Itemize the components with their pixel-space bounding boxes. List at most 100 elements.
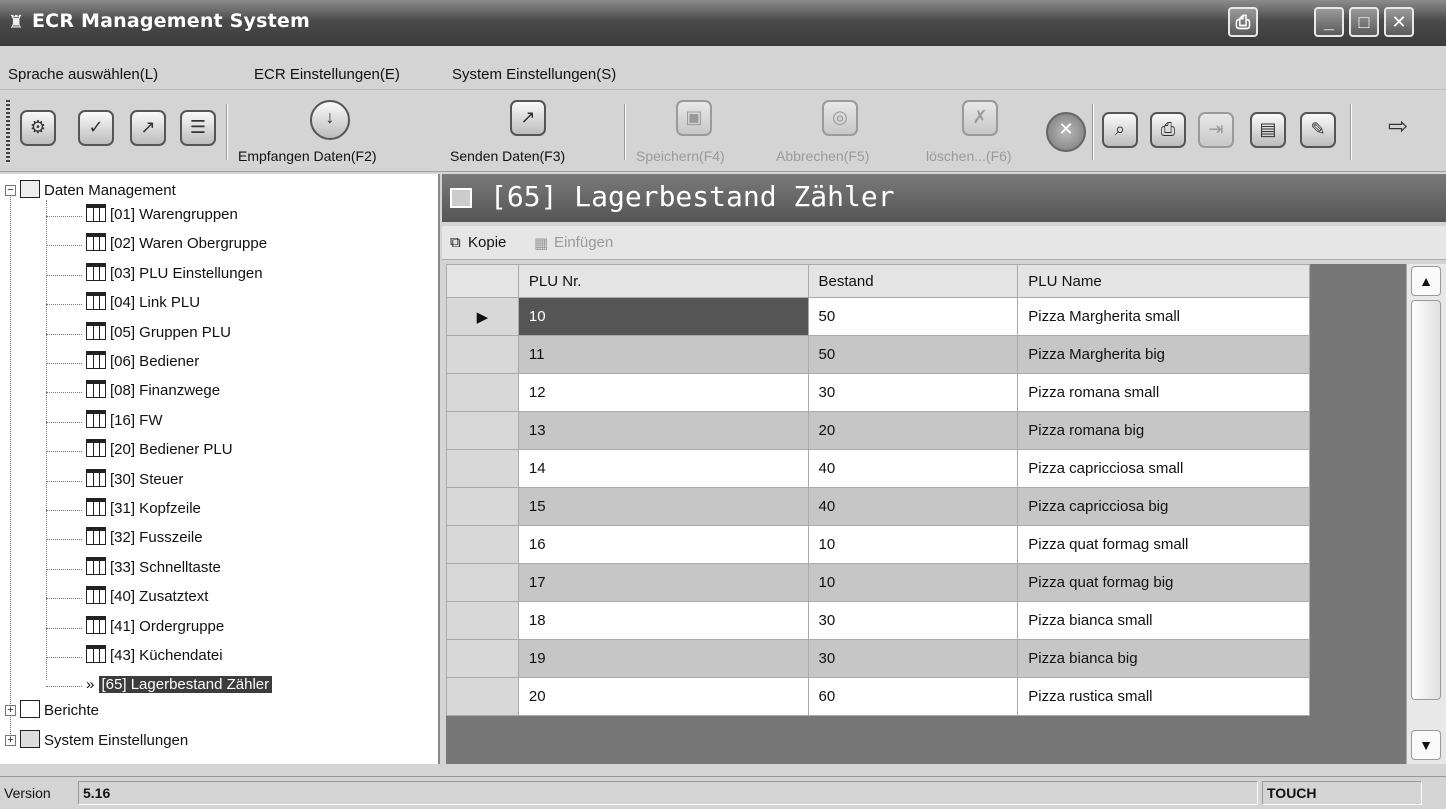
cell-stock[interactable]: 10 [807, 563, 1019, 602]
table-row[interactable]: 11 50 Pizza Margherita big [446, 335, 1310, 374]
column-header-plu-nr[interactable]: PLU Nr. [517, 264, 809, 298]
toolbar-grip[interactable] [6, 100, 10, 162]
tree-node-item[interactable]: [33] Schnelltaste [86, 556, 221, 579]
row-header[interactable] [446, 639, 519, 678]
table-row[interactable]: 18 30 Pizza bianca small [446, 601, 1310, 640]
print-icon[interactable]: ⎙ [1228, 7, 1258, 37]
row-header[interactable]: ▶ [446, 297, 519, 336]
column-header-stock[interactable]: Bestand [807, 264, 1019, 298]
expand-icon[interactable]: + [5, 705, 16, 716]
chart-icon[interactable]: ↗ [130, 110, 166, 146]
vertical-scrollbar[interactable]: ▲ ▼ [1406, 264, 1446, 764]
cell-plu-nr[interactable]: 16 [517, 525, 809, 564]
cell-stock[interactable]: 30 [807, 601, 1019, 640]
cell-stock[interactable]: 60 [807, 677, 1019, 716]
cell-plu-name[interactable]: Pizza rustica small [1017, 677, 1310, 716]
tree-node-selected[interactable]: » [65] Lagerbestand Zähler [86, 674, 273, 696]
cell-plu-nr[interactable]: 20 [517, 677, 809, 716]
row-header[interactable] [446, 449, 519, 488]
table-row[interactable]: 20 60 Pizza rustica small [446, 677, 1310, 716]
delete-button[interactable]: löschen...(F6) [926, 148, 1012, 164]
menu-language[interactable]: Sprache auswählen(L) [8, 66, 158, 83]
tree-node-system-settings[interactable]: System Einstellungen [20, 730, 188, 752]
table-row[interactable]: 15 40 Pizza capricciosa big [446, 487, 1310, 526]
stop-icon[interactable]: ✕ [1046, 112, 1086, 152]
cancel-icon[interactable]: ◎ [822, 100, 858, 136]
send-data-button[interactable]: Senden Daten(F3) [450, 148, 565, 164]
cell-plu-nr[interactable]: 18 [517, 601, 809, 640]
expand-icon[interactable]: + [5, 735, 16, 746]
scroll-down-icon[interactable]: ▼ [1411, 730, 1441, 760]
row-header[interactable] [446, 563, 519, 602]
exit-icon[interactable]: ⇨ [1380, 110, 1416, 146]
tree-node-item[interactable]: [32] Fusszeile [86, 527, 203, 549]
cell-plu-name[interactable]: Pizza romana small [1017, 373, 1310, 412]
table-row[interactable]: 14 40 Pizza capricciosa small [446, 449, 1310, 488]
cancel-button[interactable]: Abbrechen(F5) [776, 148, 869, 164]
menu-system-settings[interactable]: System Einstellungen(S) [452, 66, 616, 83]
cell-plu-name[interactable]: Pizza Margherita small [1017, 297, 1310, 336]
cell-plu-nr[interactable]: 11 [517, 335, 809, 374]
cell-stock[interactable]: 20 [807, 411, 1019, 450]
cell-plu-name[interactable]: Pizza romana big [1017, 411, 1310, 450]
cell-plu-nr[interactable]: 17 [517, 563, 809, 602]
export-icon[interactable]: ⇥ [1198, 112, 1234, 148]
tree-node-item[interactable]: [08] Finanzwege [86, 380, 220, 402]
row-header[interactable] [446, 601, 519, 640]
scroll-thumb[interactable] [1411, 300, 1441, 700]
cell-stock[interactable]: 50 [807, 335, 1019, 374]
cell-plu-nr[interactable]: 10 [517, 297, 809, 336]
row-header[interactable] [446, 411, 519, 450]
row-header[interactable] [446, 373, 519, 412]
table-row[interactable]: 12 30 Pizza romana small [446, 373, 1310, 412]
checklist-icon[interactable]: ✓ [78, 110, 114, 146]
cell-stock[interactable]: 40 [807, 487, 1019, 526]
cell-stock[interactable]: 10 [807, 525, 1019, 564]
cell-stock[interactable]: 40 [807, 449, 1019, 488]
tree-node-item[interactable]: [20] Bediener PLU [86, 439, 233, 461]
cell-plu-nr[interactable]: 14 [517, 449, 809, 488]
menu-ecr-settings[interactable]: ECR Einstellungen(E) [254, 66, 400, 83]
table-row[interactable]: ▶ 10 50 Pizza Margherita small [446, 297, 1310, 336]
tree-node-item[interactable]: [02] Waren Obergruppe [86, 233, 267, 255]
send-icon[interactable]: ↗ [510, 100, 546, 136]
row-header[interactable] [446, 487, 519, 526]
row-header[interactable] [446, 525, 519, 564]
minimize-button[interactable]: _ [1314, 7, 1344, 37]
tree-node-item[interactable]: [03] PLU Einstellungen [86, 262, 263, 285]
cell-plu-name[interactable]: Pizza capricciosa small [1017, 449, 1310, 488]
cell-plu-name[interactable]: Pizza quat formag big [1017, 563, 1310, 602]
cell-plu-name[interactable]: Pizza Margherita big [1017, 335, 1310, 374]
tree-node-item[interactable]: [40] Zusatztext [86, 586, 208, 608]
table-row[interactable]: 19 30 Pizza bianca big [446, 639, 1310, 678]
row-header[interactable] [446, 677, 519, 716]
tree-node-item[interactable]: [41] Ordergruppe [86, 615, 224, 638]
cell-plu-name[interactable]: Pizza capricciosa big [1017, 487, 1310, 526]
delete-icon[interactable]: ✗ [962, 100, 998, 136]
tree-node-item[interactable]: [01] Warengruppen [86, 204, 238, 226]
printer-icon[interactable]: ⎙ [1150, 112, 1186, 148]
receive-icon[interactable]: ↓ [310, 100, 350, 140]
card-icon[interactable]: ▤ [1250, 112, 1286, 148]
cell-plu-name[interactable]: Pizza bianca small [1017, 601, 1310, 640]
receive-data-button[interactable]: Empfangen Daten(F2) [238, 148, 377, 164]
maximize-button[interactable]: □ [1349, 7, 1379, 37]
column-header-plu-name[interactable]: PLU Name [1017, 264, 1310, 298]
cell-plu-nr[interactable]: 13 [517, 411, 809, 450]
paste-button[interactable]: Einfügen [554, 234, 613, 251]
collapse-icon[interactable]: − [5, 185, 16, 196]
cell-plu-nr[interactable]: 12 [517, 373, 809, 412]
cell-plu-name[interactable]: Pizza bianca big [1017, 639, 1310, 678]
cell-plu-nr[interactable]: 15 [517, 487, 809, 526]
list-icon[interactable]: ☰ [180, 110, 216, 146]
cell-stock[interactable]: 30 [807, 639, 1019, 678]
tree-node-item[interactable]: [06] Bediener [86, 351, 199, 373]
settings-icon[interactable]: ⚙ [20, 110, 56, 146]
close-button[interactable]: ✕ [1384, 7, 1414, 37]
cell-stock[interactable]: 50 [807, 297, 1019, 336]
copy-button[interactable]: Kopie [468, 234, 506, 251]
cell-plu-name[interactable]: Pizza quat formag small [1017, 525, 1310, 564]
search-document-icon[interactable]: ⌕ [1102, 112, 1138, 148]
tree-node-item[interactable]: [16] FW [86, 409, 163, 432]
tree-node-data-management[interactable]: Daten Management [20, 180, 176, 202]
